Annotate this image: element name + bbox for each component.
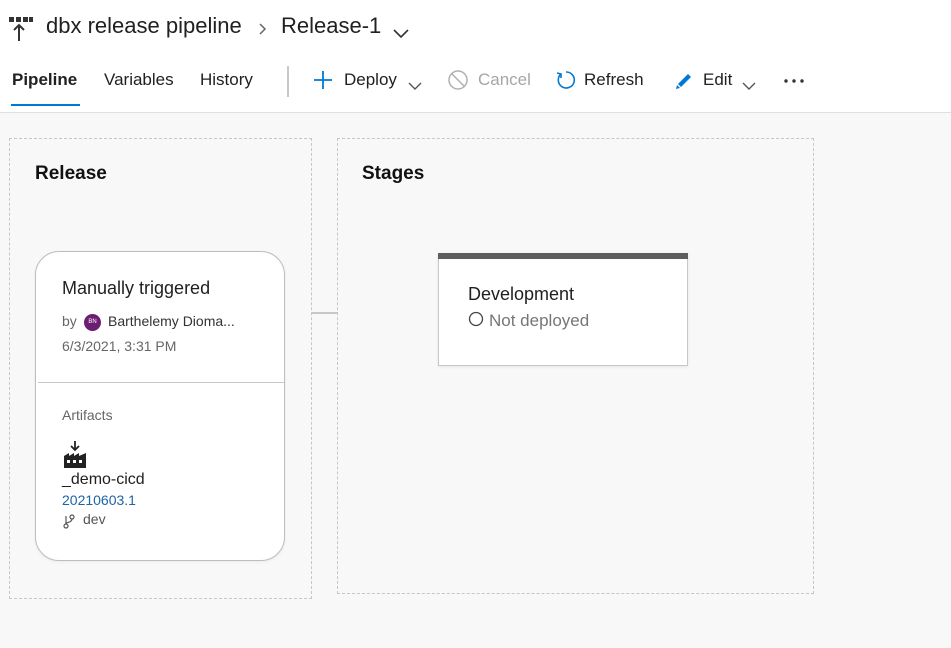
deploy-label: Deploy <box>344 70 397 89</box>
tab-variables[interactable]: Variables <box>104 70 174 90</box>
deploy-button[interactable]: Deploy <box>312 64 424 96</box>
pencil-icon <box>673 69 695 91</box>
pipeline-name-link[interactable]: dbx release pipeline <box>46 13 242 39</box>
plus-icon <box>312 69 334 91</box>
stages-panel-title: Stages <box>362 163 425 184</box>
release-pipeline-icon <box>8 16 34 42</box>
stages-panel <box>337 138 814 594</box>
chevron-down-icon[interactable] <box>392 26 410 39</box>
top-bar: dbx release pipeline Release-1 Pipeline … <box>0 0 951 113</box>
toolbar-divider <box>287 66 289 97</box>
active-tab-indicator <box>11 104 80 106</box>
artifacts-label: Artifacts <box>62 407 113 423</box>
breadcrumb: dbx release pipeline Release-1 <box>0 0 951 56</box>
stage-name: Development <box>468 284 575 304</box>
triggered-by-user: Barthelemy Dioma... <box>108 313 235 329</box>
edit-label: Edit <box>703 70 733 89</box>
chevron-right-icon <box>257 22 269 36</box>
pipeline-connector <box>311 312 338 314</box>
card-divider <box>38 382 284 383</box>
artifact-branch: dev <box>83 511 106 527</box>
tab-history[interactable]: History <box>200 70 253 90</box>
cancel-label: Cancel <box>478 70 531 89</box>
trigger-text: Manually triggered <box>62 278 211 298</box>
tab-pipeline[interactable]: Pipeline <box>12 70 77 90</box>
release-card[interactable]: Manually triggered by BN Barthelemy Diom… <box>35 251 285 561</box>
more-icon[interactable] <box>781 71 807 91</box>
chevron-down-icon <box>742 76 756 90</box>
circle-outline-icon <box>468 311 484 327</box>
avatar: BN <box>84 314 101 331</box>
release-name: Release-1 <box>281 13 382 38</box>
stage-card-development[interactable]: Development Not deployed <box>438 253 688 366</box>
release-panel-title: Release <box>35 163 107 184</box>
refresh-button[interactable]: Refresh <box>555 64 647 96</box>
chevron-down-icon <box>408 76 422 90</box>
branch-icon <box>62 513 76 529</box>
toolbar: Pipeline Variables History Deploy Cancel… <box>0 56 951 112</box>
release-timestamp: 6/3/2021, 3:31 PM <box>62 338 177 354</box>
artifact-version-link[interactable]: 20210603.1 <box>62 492 136 508</box>
refresh-icon <box>555 69 577 91</box>
stage-status: Not deployed <box>489 311 590 330</box>
avatar-initials: BN <box>88 319 97 325</box>
stage-status-bar <box>438 253 688 259</box>
cancel-button[interactable]: Cancel <box>447 64 535 96</box>
build-artifact-icon <box>62 441 88 469</box>
by-label: by <box>62 313 77 329</box>
cancel-icon <box>447 69 469 91</box>
refresh-label: Refresh <box>584 70 644 89</box>
edit-button[interactable]: Edit <box>673 64 759 96</box>
artifact-name: _demo-cicd <box>62 471 145 488</box>
